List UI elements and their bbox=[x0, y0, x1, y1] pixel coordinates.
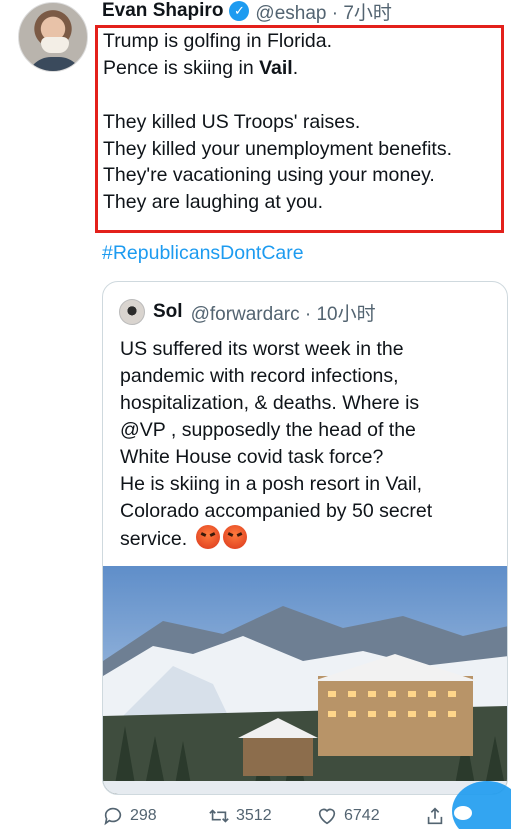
quote-body: US suffered its worst week in the pandem… bbox=[120, 336, 500, 553]
author-name[interactable]: Evan Shapiro bbox=[102, 0, 223, 22]
tweet-header: Evan Shapiro ✓ @eshap · 7小时 bbox=[102, 0, 392, 25]
author-handle-time[interactable]: @eshap · 7小时 bbox=[255, 0, 392, 25]
heart-icon bbox=[318, 808, 336, 825]
quote-author-avatar[interactable] bbox=[119, 299, 145, 325]
share-icon bbox=[427, 807, 443, 825]
quote-line: service. bbox=[120, 525, 500, 553]
quote-handle-time[interactable]: @forwardarc · 10小时 bbox=[191, 299, 376, 326]
quote-line: US suffered its worst week in the bbox=[120, 338, 404, 360]
face-mask-graphic bbox=[41, 37, 69, 53]
tweet-action-bar: 298 3512 6742 bbox=[102, 805, 511, 829]
like-count: 6742 bbox=[344, 807, 380, 824]
tweet-line: They're vacationing using your money. bbox=[103, 164, 435, 186]
tweet-line: They killed US Troops' raises. bbox=[103, 111, 361, 133]
quote-header: Sol @forwardarc · 10小时 bbox=[119, 298, 376, 326]
ski-resort-photo[interactable] bbox=[103, 566, 508, 795]
quoted-tweet-card[interactable]: Sol @forwardarc · 10小时 US suffered its w… bbox=[102, 281, 508, 795]
tweet-line: Trump is golfing in Florida. bbox=[103, 30, 333, 52]
quote-line: He is skiing in a posh resort in Vail, bbox=[120, 473, 423, 495]
watermark bbox=[454, 806, 472, 820]
tweet-line: They killed your unemployment benefits. bbox=[103, 137, 453, 160]
tweet-body: Trump is golfing in Florida. Pence is sk… bbox=[103, 28, 503, 215]
tweet-line: They are laughing at you. bbox=[103, 190, 324, 213]
quote-author-name[interactable]: Sol bbox=[153, 301, 183, 323]
quote-line: pandemic with record infections, bbox=[120, 365, 399, 387]
share-button[interactable] bbox=[424, 805, 446, 827]
hashtag-link[interactable]: #RepublicansDontCare bbox=[102, 242, 304, 265]
angry-face-emoji-icon bbox=[222, 525, 247, 549]
reply-button[interactable]: 298 bbox=[102, 805, 157, 827]
reply-count: 298 bbox=[130, 807, 157, 824]
author-avatar[interactable] bbox=[18, 2, 88, 72]
quote-line: Colorado accompanied by 50 secret bbox=[120, 500, 433, 522]
tweet-line: Pence is skiing in Vail. bbox=[103, 56, 299, 79]
retweet-button[interactable]: 3512 bbox=[208, 805, 272, 827]
quote-line: White House covid task force? bbox=[120, 446, 384, 468]
verified-badge-icon: ✓ bbox=[229, 1, 250, 21]
like-button[interactable]: 6742 bbox=[316, 805, 380, 827]
reply-icon bbox=[104, 807, 122, 826]
retweet-icon bbox=[209, 809, 229, 823]
angry-face-emoji-icon bbox=[195, 525, 220, 549]
quote-line: hospitalization, & deaths. Where is bbox=[120, 392, 420, 414]
shirt-graphic bbox=[27, 57, 83, 71]
quote-line: @VP , supposedly the head of the bbox=[120, 419, 416, 441]
bold-word-vail: Vail bbox=[259, 56, 293, 79]
wechat-icon bbox=[454, 806, 472, 820]
retweet-count: 3512 bbox=[236, 807, 272, 824]
